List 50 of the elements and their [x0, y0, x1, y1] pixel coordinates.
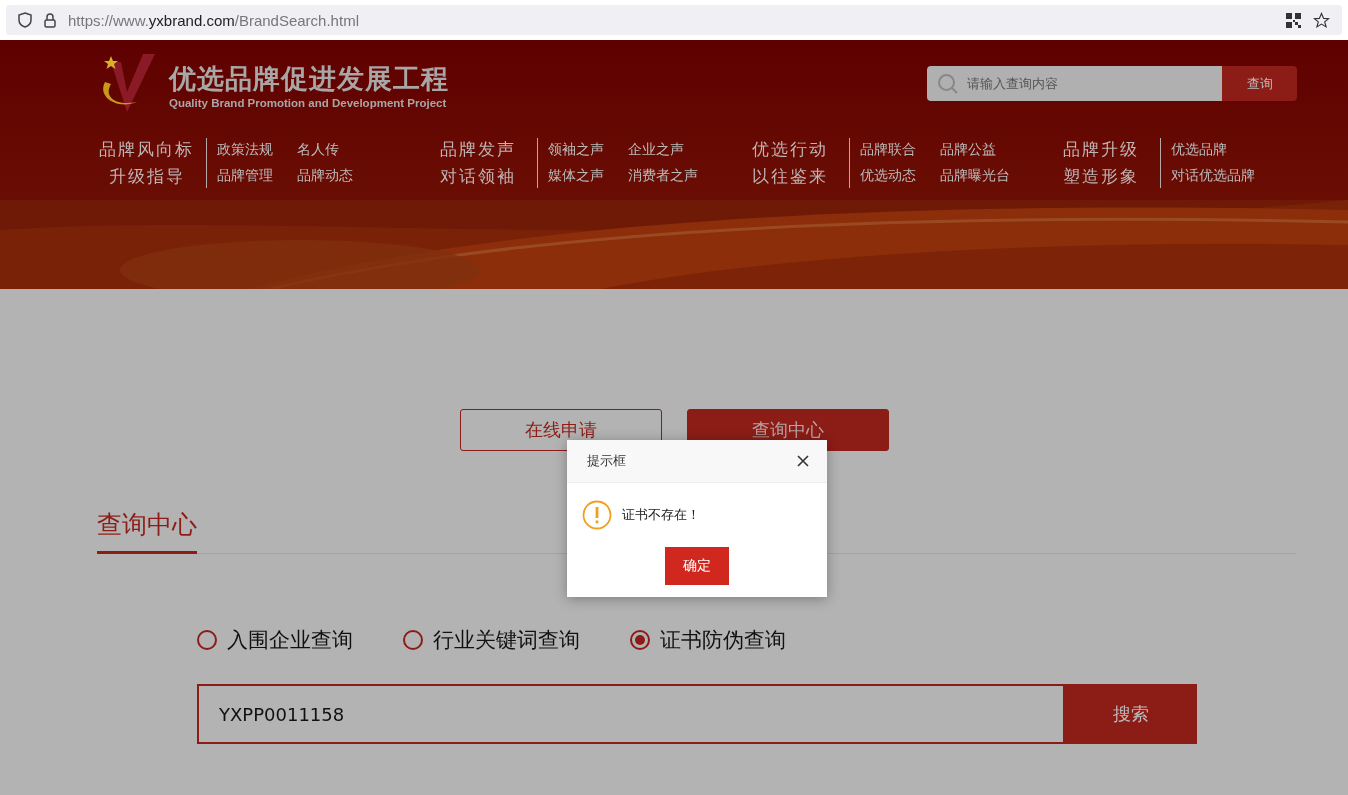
- nav-heading[interactable]: 优选行动: [751, 138, 828, 161]
- section-title: 查询中心: [97, 508, 197, 554]
- nav-link[interactable]: 对话优选品牌: [1171, 167, 1291, 185]
- nav-link[interactable]: 消费者之声: [628, 167, 728, 185]
- radio-option[interactable]: 入围企业查询: [197, 626, 353, 654]
- nav-link[interactable]: 优选动态: [860, 167, 940, 185]
- nav-heading[interactable]: 品牌升级: [1062, 138, 1139, 161]
- nav-link[interactable]: 品牌管理: [217, 167, 297, 185]
- search-button[interactable]: 搜索: [1065, 684, 1197, 744]
- radio-option[interactable]: 证书防伪查询: [630, 626, 786, 654]
- close-icon: [797, 455, 809, 467]
- nav-heading[interactable]: 对话领袖: [439, 165, 516, 188]
- radio-option[interactable]: 行业关键词查询: [403, 626, 580, 654]
- shield-icon: [18, 12, 32, 28]
- nav-link[interactable]: 领袖之声: [548, 141, 628, 159]
- lock-icon: [44, 12, 56, 28]
- url-text[interactable]: https://www.yxbrand.com/BrandSearch.html: [68, 11, 359, 29]
- query-field[interactable]: YXPP0011158: [197, 684, 1065, 744]
- nav-heading[interactable]: 升级指导: [108, 165, 185, 188]
- search-button[interactable]: 查询: [1222, 66, 1297, 101]
- dialog-title: 提示框: [587, 452, 626, 470]
- warning-icon: [582, 500, 612, 530]
- radio-label[interactable]: 入围企业查询: [227, 626, 353, 654]
- ok-button[interactable]: 确定: [665, 547, 729, 585]
- nav-link[interactable]: 优选品牌: [1171, 141, 1291, 159]
- nav-link[interactable]: 媒体之声: [548, 167, 628, 185]
- search-icon: [937, 73, 959, 95]
- nav-link[interactable]: 品牌公益: [940, 141, 1040, 159]
- nav-link[interactable]: 品牌曝光台: [940, 167, 1040, 185]
- radio-label[interactable]: 证书防伪查询: [660, 626, 786, 654]
- nav-link[interactable]: 政策法规: [217, 141, 297, 159]
- radio-icon[interactable]: [403, 630, 423, 650]
- star-icon[interactable]: [1313, 11, 1330, 29]
- radio-icon[interactable]: [630, 630, 650, 650]
- nav-heading[interactable]: 以往鉴来: [751, 165, 828, 188]
- radio-icon[interactable]: [197, 630, 217, 650]
- nav-heading[interactable]: 品牌风向标: [99, 138, 194, 161]
- nav-link[interactable]: 品牌联合: [860, 141, 940, 159]
- nav-heading[interactable]: 塑造形象: [1062, 165, 1139, 188]
- dialog-message: 证书不存在！: [622, 506, 700, 524]
- close-button[interactable]: [797, 455, 809, 467]
- radio-label[interactable]: 行业关键词查询: [433, 626, 580, 654]
- nav-link[interactable]: 名人传: [297, 141, 397, 159]
- search-field[interactable]: 请输入查询内容: [927, 66, 1222, 101]
- nav-heading[interactable]: 品牌发声: [439, 138, 516, 161]
- site-title: 优选品牌促进发展工程: [169, 62, 449, 96]
- nav-link[interactable]: 企业之声: [628, 141, 728, 159]
- nav-link[interactable]: 品牌动态: [297, 167, 397, 185]
- site-subtitle: Quality Brand Promotion and Development Project: [169, 97, 448, 109]
- qr-code-icon[interactable]: [1286, 12, 1301, 28]
